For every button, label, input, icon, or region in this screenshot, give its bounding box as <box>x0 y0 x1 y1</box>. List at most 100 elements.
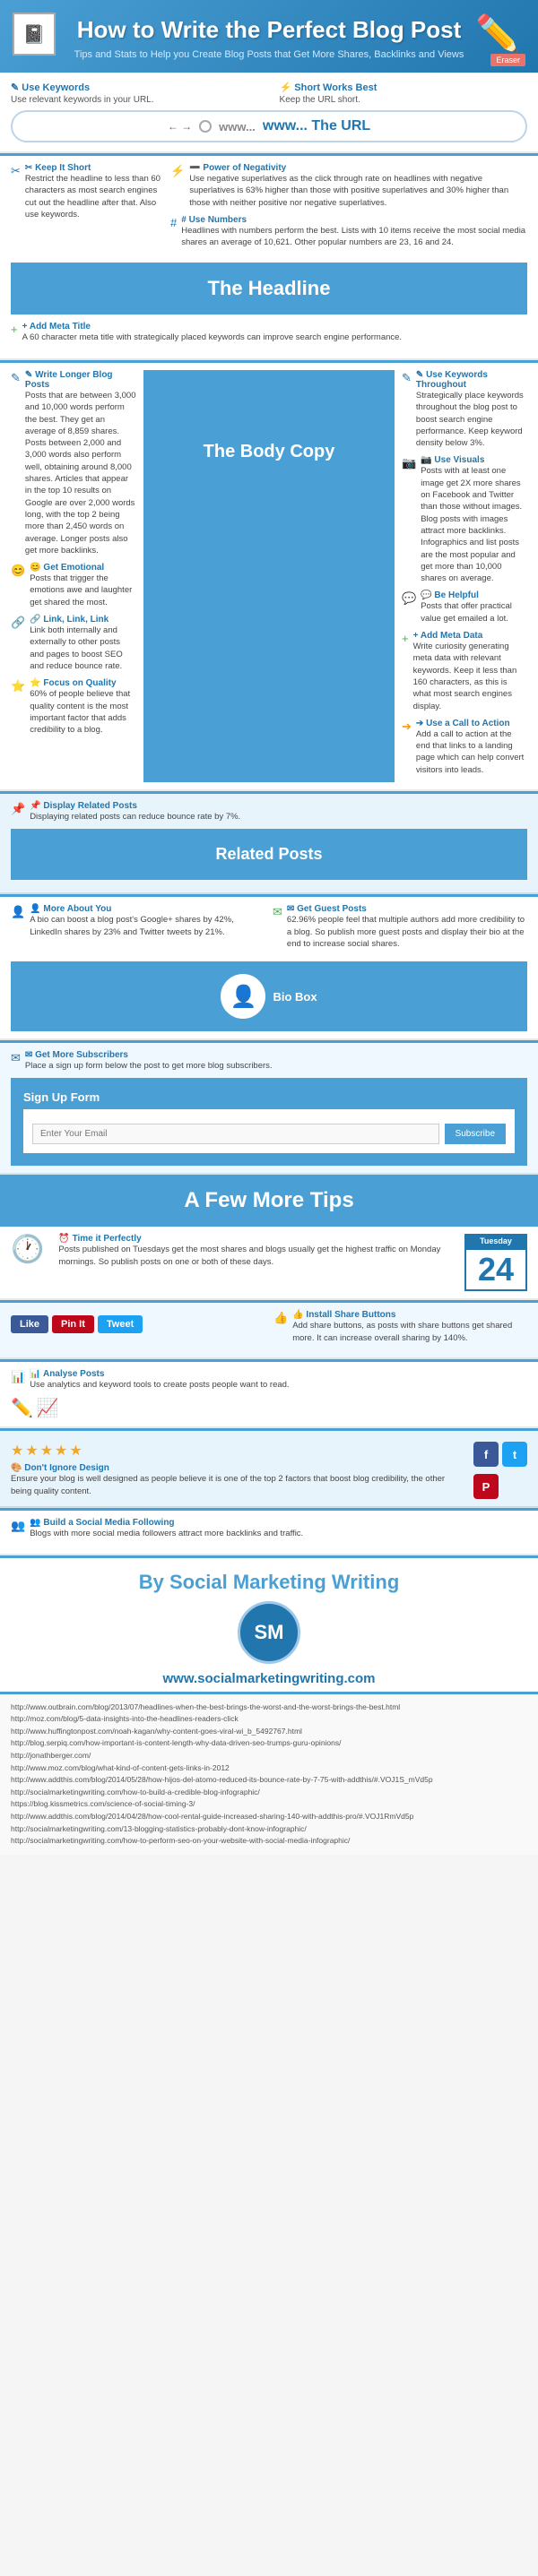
design-social-icons: f t P <box>473 1438 527 1499</box>
twitter-icon[interactable]: t <box>502 1442 527 1467</box>
body-copy-right: ✎ ✎ Use Keywords Throughout Strategicall… <box>402 370 527 782</box>
ref-9: https://blog.kissmetrics.com/science-of-… <box>11 1798 527 1811</box>
headline-left-tips: ✂ ✂ Keep It Short Restrict the headline … <box>11 163 163 254</box>
longer-posts-icon: ✎ <box>11 371 21 556</box>
related-posts-icon: 📌 <box>11 802 25 823</box>
star-1: ★ <box>11 1442 23 1460</box>
get-subscribers-tip: ✉ ✉ Get More Subscribers Place a sign up… <box>11 1050 527 1072</box>
url-tip-right-title: ⚡ Short Works Best <box>280 82 527 93</box>
guest-posts-icon: ✉ <box>273 905 282 950</box>
related-posts-text: Displaying related posts can reduce boun… <box>30 811 240 823</box>
negativity-icon: ⚡ <box>170 164 185 209</box>
numbers-title: # Use Numbers <box>181 215 527 225</box>
keywords-throughout-tip: ✎ ✎ Use Keywords Throughout Strategicall… <box>402 370 527 449</box>
brand-logo-text: SM <box>255 1621 284 1644</box>
tweet-button[interactable]: Tweet <box>98 1315 143 1333</box>
subscribe-button[interactable]: Subscribe <box>445 1124 506 1144</box>
share-buttons-row: Like Pin It Tweet <box>11 1315 265 1333</box>
eraser-label: Eraser <box>490 54 525 66</box>
emotional-icon: 😊 <box>11 564 25 608</box>
signup-form-row: Subscribe <box>32 1124 506 1144</box>
bio-avatar: 👤 <box>221 974 265 1019</box>
bio-box: 👤 Bio Box <box>11 961 527 1031</box>
url-tip-right-text: Keep the URL short. <box>280 95 527 105</box>
time-text: ⏰ Time it Perfectly Posts published on T… <box>58 1234 456 1268</box>
keep-short-text: Restrict the headline to less than 60 ch… <box>25 173 163 220</box>
helpful-icon: 💬 <box>402 591 416 625</box>
cta-text: Add a call to action at the end that lin… <box>416 728 527 776</box>
like-button[interactable]: Like <box>11 1315 48 1333</box>
get-subscribers-text: Place a sign up form below the post to g… <box>25 1060 273 1072</box>
ref-3: http://www.huffingtonpost.com/noah-kagan… <box>11 1726 527 1738</box>
meta-icon: + <box>11 323 18 343</box>
ref-11: http://socialmarketingwriting.com/13-blo… <box>11 1823 527 1836</box>
time-layout: 🕐 ⏰ Time it Perfectly Posts published on… <box>11 1234 527 1291</box>
calendar-box: Tuesday 24 <box>464 1234 527 1291</box>
ref-12: http://socialmarketingwriting.com/how-to… <box>11 1835 527 1848</box>
pencil-row: ✏️ 📈 <box>11 1397 527 1419</box>
clock-icon: 🕐 <box>11 1234 44 1265</box>
bio-box-label: Bio Box <box>273 990 317 1004</box>
meta-data-icon: + <box>402 632 409 712</box>
helpful-title: 💬 Be Helpful <box>421 590 527 600</box>
footer-brand: By Social Marketing Writing SM www.socia… <box>0 1558 538 1694</box>
subscribers-icon: ✉ <box>11 1051 21 1072</box>
visuals-icon: 📷 <box>402 456 416 584</box>
share-left: Like Pin It Tweet <box>11 1310 265 1333</box>
signup-form-inner: Subscribe <box>23 1109 515 1153</box>
negativity-tip: ⚡ ➖ Power of Negativity Use negative sup… <box>170 163 527 209</box>
facebook-icon[interactable]: f <box>473 1442 499 1467</box>
analyse-tip: 📊 📊 Analyse Posts Use analytics and keyw… <box>11 1369 527 1391</box>
signup-form-container: Sign Up Form Subscribe <box>11 1078 527 1166</box>
ref-5: http://jonathberger.com/ <box>11 1750 527 1762</box>
pencil-icon: ✏️ <box>475 13 520 55</box>
guest-posts-tip: ✉ ✉ Get Guest Posts 62.96% people feel t… <box>273 904 527 950</box>
share-layout: Like Pin It Tweet 👍 👍 Install Share Butt… <box>11 1310 527 1350</box>
social-following-tip: 👥 👥 Build a Social Media Following Blogs… <box>11 1518 527 1539</box>
url-circle <box>199 120 212 133</box>
headline-display-box: The Headline <box>11 263 527 314</box>
ref-7: http://www.addthis.com/blog/2014/05/28/h… <box>11 1774 527 1787</box>
headline-right-area: ⚡ ➖ Power of Negativity Use negative sup… <box>170 163 527 254</box>
guest-posts-text: 62.96% people feel that multiple authors… <box>287 914 527 950</box>
nav-arrows-icon: ← → <box>168 120 192 133</box>
few-more-header: A Few More Tips <box>0 1177 538 1224</box>
design-text-area: ★ ★ ★ ★ ★ 🎨 Don't Ignore Design Ensure y… <box>11 1438 457 1497</box>
url-tip-left: ✎ Use Keywords Use relevant keywords in … <box>11 82 258 105</box>
ref-8: http://socialmarketingwriting.com/how-to… <box>11 1787 527 1799</box>
pin-button[interactable]: Pin It <box>52 1315 94 1333</box>
url-section: ✎ Use Keywords Use relevant keywords in … <box>0 73 538 153</box>
meta-data-tip: + + Add Meta Data Write curiosity genera… <box>402 631 527 712</box>
references-section: http://www.outbrain.com/blog/2013/07/hea… <box>0 1694 538 1855</box>
design-tip-text: Ensure your blog is well designed as peo… <box>11 1473 457 1497</box>
star-4: ★ <box>55 1442 67 1460</box>
cta-tip: ➔ ➔ Use a Call to Action Add a call to a… <box>402 719 527 776</box>
meta-data-title: + Add Meta Data <box>413 631 527 641</box>
meta-title-heading: + Add Meta Title <box>22 322 402 332</box>
analytics-bar-icon: 📈 <box>37 1397 59 1419</box>
time-tip-title: ⏰ Time it Perfectly <box>58 1234 456 1244</box>
email-input[interactable] <box>32 1124 439 1144</box>
brand-logo: SM <box>238 1601 300 1664</box>
star-3: ★ <box>40 1442 53 1460</box>
url-tip-right: ⚡ Short Works Best Keep the URL short. <box>280 82 527 105</box>
quality-tip: ⭐ ⭐ Focus on Quality 60% of people belie… <box>11 678 136 736</box>
social-following-text: Blogs with more social media followers a… <box>30 1528 303 1539</box>
pinterest-icon[interactable]: P <box>473 1474 499 1499</box>
meta-title-text: A 60 character meta title with strategic… <box>22 332 402 343</box>
social-icons-row: f t <box>473 1442 527 1467</box>
url-tips-row: ✎ Use Keywords Use relevant keywords in … <box>11 82 527 105</box>
visuals-tip: 📷 📷 Use Visuals Posts with at least one … <box>402 455 527 584</box>
bio-section: 👤 👤 More About You A bio can boost a blo… <box>0 897 538 1040</box>
quality-text: 60% of people believe that quality conte… <box>30 688 136 736</box>
related-posts-tip: 📌 📌 Display Related Posts Displaying rel… <box>11 801 527 823</box>
ref-4: http://blog.serpiq.com/how-important-is-… <box>11 1737 527 1750</box>
ref-2: http://moz.com/blog/5-data-insights-into… <box>11 1713 527 1726</box>
few-more-title: A Few More Tips <box>11 1188 527 1213</box>
emotional-title: 😊 Get Emotional <box>30 563 136 573</box>
longer-posts-text: Posts that are between 3,000 and 10,000 … <box>25 390 136 556</box>
social-following-icon: 👥 <box>11 1519 25 1539</box>
body-copy-display-box: The Body Copy <box>143 370 395 782</box>
link-text: Link both internally and externally to o… <box>30 625 136 672</box>
guest-posts-title: ✉ Get Guest Posts <box>287 904 527 914</box>
